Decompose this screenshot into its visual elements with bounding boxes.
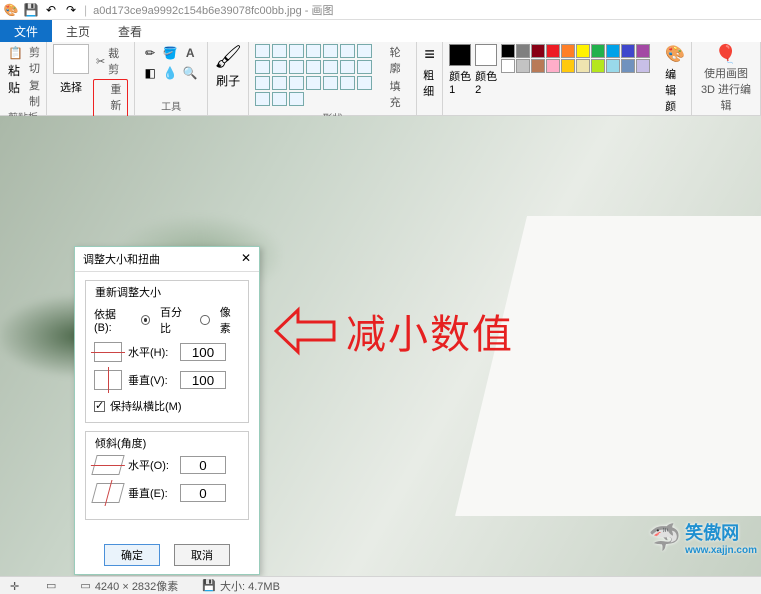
dimensions-label: ▭ 4240 × 2832像素 [80, 578, 178, 594]
cancel-button[interactable]: 取消 [174, 544, 230, 566]
text-icon[interactable]: A [181, 44, 199, 62]
color-swatch[interactable] [531, 59, 545, 73]
pencil-icon[interactable]: ✏ [141, 44, 159, 62]
line-width-icon[interactable]: ≡ [424, 44, 435, 65]
cursor-pos-icon: ✛ [10, 580, 22, 592]
color2-button[interactable]: 颜色 2 [475, 44, 497, 96]
crop-button[interactable]: ✂裁剪 [93, 44, 128, 78]
by-label: 依据(B): [94, 306, 131, 334]
color-swatch[interactable] [636, 44, 650, 58]
skew-legend: 倾斜(角度) [92, 435, 149, 451]
title-bar: 🎨 💾 ↶ ↷ | a0d173ce9a9992c154b6e39078fc00… [0, 0, 761, 20]
skew-h-input[interactable] [180, 456, 226, 474]
select-button[interactable]: 选择 [60, 79, 82, 95]
tab-file[interactable]: 文件 [0, 20, 52, 42]
group-size: ≡ 粗细 [417, 42, 443, 115]
group-image: 选择 ✂裁剪 ◫重新调整大小 ⟳旋转 图像 [47, 42, 135, 115]
ribbon: 📋 粘贴 剪切 复制 剪贴板 选择 ✂裁剪 ◫重新调整大小 ⟳旋转 图像 [0, 42, 761, 116]
shape-outline-button[interactable]: 轮廓 [390, 44, 411, 76]
horizontal-input[interactable] [180, 343, 226, 361]
radio-pixels[interactable] [200, 315, 209, 325]
dialog-title: 调整大小和扭曲 [83, 251, 160, 267]
shark-icon: 🦈 [649, 522, 681, 553]
group-label-tools: 工具 [161, 98, 181, 115]
color-swatch[interactable] [501, 44, 515, 58]
color-swatch[interactable] [516, 44, 530, 58]
color-swatch[interactable] [606, 44, 620, 58]
filesize-label: 💾 大小: 4.7MB [202, 578, 280, 594]
save-icon[interactable]: 💾 [24, 3, 38, 17]
group-shapes: 轮廓 填充 形状 [249, 42, 417, 115]
paint-app-icon: 🎨 [4, 3, 18, 17]
group-clipboard: 📋 粘贴 剪切 复制 剪贴板 [0, 42, 47, 115]
color-swatch[interactable] [636, 59, 650, 73]
resize-legend: 重新调整大小 [92, 284, 164, 300]
paste-button[interactable]: 📋 粘贴 [6, 44, 25, 98]
tab-view[interactable]: 查看 [104, 20, 156, 42]
palette-icon: 🎨 [665, 44, 685, 64]
brush-button[interactable]: 🖌 刷子 [214, 44, 242, 89]
annotation: 减小数值 [270, 302, 514, 360]
fill-icon[interactable]: 🪣 [161, 44, 179, 62]
window-title: a0d173ce9a9992c154b6e39078fc00bb.jpg - 画… [93, 2, 333, 18]
balloon-icon: 🎈 [715, 44, 737, 65]
redo-icon[interactable]: ↷ [64, 3, 78, 17]
shapes-gallery[interactable] [255, 44, 386, 106]
eyedropper-icon[interactable]: 💧 [161, 64, 179, 82]
arrow-left-icon [270, 304, 340, 358]
color-swatch[interactable] [576, 44, 590, 58]
ribbon-tabs: 文件 主页 查看 [0, 20, 761, 42]
color-swatch[interactable] [531, 44, 545, 58]
horizontal-icon [94, 342, 122, 362]
watermark: 🦈 笑傲网 www.xajjn.com [649, 519, 757, 556]
color-swatch[interactable] [561, 44, 575, 58]
color-swatch[interactable] [606, 59, 620, 73]
undo-icon[interactable]: ↶ [44, 3, 58, 17]
vertical-icon [94, 370, 122, 390]
vertical-input[interactable] [180, 371, 226, 389]
group-tools: ✏ 🪣 A ◧ 💧 🔍 工具 [135, 42, 208, 115]
crop-icon: ✂ [96, 55, 105, 68]
skew-h-icon [91, 455, 124, 475]
color-palette[interactable] [501, 44, 661, 73]
resize-skew-dialog: 调整大小和扭曲 ✕ 重新调整大小 依据(B): 百分比 像素 水平(H): [74, 246, 260, 575]
canvas-area[interactable]: 调整大小和扭曲 ✕ 重新调整大小 依据(B): 百分比 像素 水平(H): [0, 116, 761, 576]
close-icon[interactable]: ✕ [241, 251, 251, 267]
tab-home[interactable]: 主页 [52, 20, 104, 42]
eraser-icon[interactable]: ◧ [141, 64, 159, 82]
color-swatch[interactable] [576, 59, 590, 73]
color-swatch[interactable] [621, 59, 635, 73]
skew-v-input[interactable] [180, 484, 226, 502]
select-region-icon[interactable] [53, 44, 89, 74]
color-swatch[interactable] [591, 59, 605, 73]
color1-button[interactable]: 颜色 1 [449, 44, 471, 96]
color-swatch[interactable] [561, 59, 575, 73]
ok-button[interactable]: 确定 [104, 544, 160, 566]
skew-v-icon [91, 483, 124, 503]
group-brush: 🖌 刷子 [208, 42, 249, 115]
radio-percent[interactable] [141, 315, 150, 325]
color-swatch[interactable] [591, 44, 605, 58]
group-colors: 颜色 1 颜色 2 🎨 编辑颜色 颜色 [443, 42, 692, 115]
cut-button[interactable]: 剪切 [29, 44, 40, 76]
group-paint3d[interactable]: 🎈 使用画图 3D 进行编辑 [692, 42, 761, 115]
shape-fill-button[interactable]: 填充 [390, 78, 411, 110]
copy-button[interactable]: 复制 [29, 77, 40, 109]
status-bar: ✛ ▭ ▭ 4240 × 2832像素 💾 大小: 4.7MB [0, 576, 761, 594]
zoom-icon[interactable]: 🔍 [181, 64, 199, 82]
color-swatch[interactable] [546, 59, 560, 73]
color-swatch[interactable] [516, 59, 530, 73]
clipboard-icon: 📋 [8, 46, 23, 60]
color-swatch[interactable] [501, 59, 515, 73]
color-swatch[interactable] [621, 44, 635, 58]
color-swatch[interactable] [546, 44, 560, 58]
selection-icon: ▭ [46, 579, 56, 592]
maintain-ratio-checkbox[interactable] [94, 401, 105, 412]
brush-icon: 🖌 [214, 44, 242, 70]
